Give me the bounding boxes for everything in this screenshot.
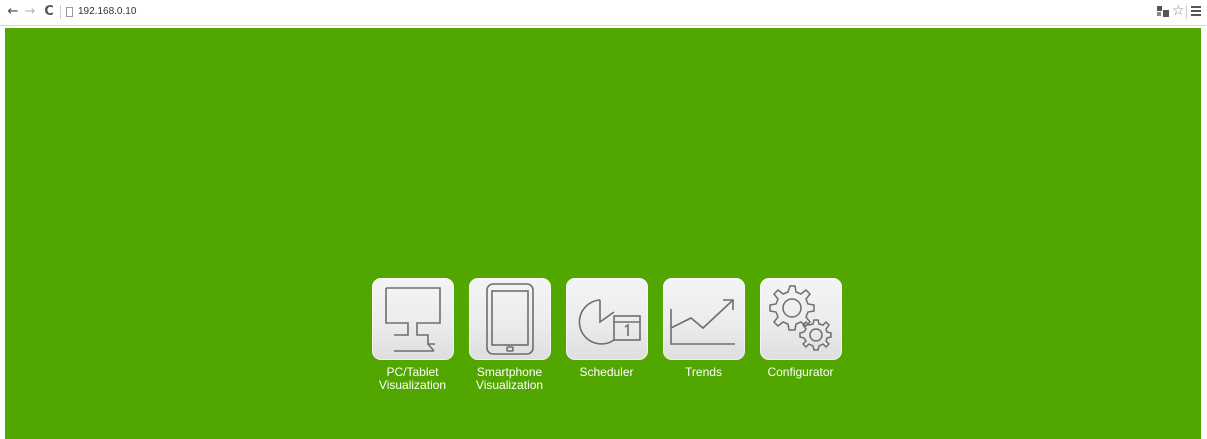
app-label: Scheduler <box>579 365 634 379</box>
back-button[interactable]: ← <box>6 4 20 20</box>
app-label: Smartphone Visualization <box>475 365 544 392</box>
extension-icon[interactable] <box>1157 6 1169 18</box>
page-icon <box>66 7 73 17</box>
app-pc-tablet-visualization[interactable]: PC/Tablet Visualization <box>371 278 454 392</box>
app-smartphone-visualization[interactable]: Smartphone Visualization <box>468 278 551 392</box>
menu-icon[interactable] <box>1191 6 1201 17</box>
app-scheduler[interactable]: Scheduler <box>565 278 648 379</box>
reload-button[interactable]: C <box>42 4 56 20</box>
page-canvas: PC/Tablet Visualization Smartphone Visua… <box>5 28 1201 439</box>
app-configurator[interactable]: Configurator <box>759 278 842 379</box>
app-tile[interactable] <box>371 278 454 360</box>
toolbar-divider <box>60 5 61 19</box>
clock-calendar-icon <box>578 299 641 345</box>
trend-chart-icon <box>669 299 735 345</box>
forward-button[interactable]: → <box>23 4 37 20</box>
app-label: Configurator <box>767 365 834 379</box>
bookmark-star-icon[interactable]: ☆ <box>1172 3 1185 19</box>
toolbar-divider <box>1186 5 1187 19</box>
app-tile[interactable] <box>662 278 745 360</box>
app-tile[interactable] <box>468 278 551 360</box>
app-label: Trends <box>685 365 722 379</box>
app-tile[interactable] <box>565 278 648 360</box>
browser-toolbar: ← → C 192.168.0.10 ☆ <box>0 0 1207 26</box>
address-bar[interactable]: 192.168.0.10 <box>78 5 136 19</box>
gears-icon <box>768 285 832 351</box>
monitor-icon <box>384 287 441 352</box>
app-trends[interactable]: Trends <box>662 278 745 379</box>
app-launcher: PC/Tablet Visualization Smartphone Visua… <box>371 278 851 408</box>
app-tile[interactable] <box>759 278 842 360</box>
tablet-icon <box>485 283 534 355</box>
app-label: PC/Tablet Visualization <box>378 365 447 392</box>
